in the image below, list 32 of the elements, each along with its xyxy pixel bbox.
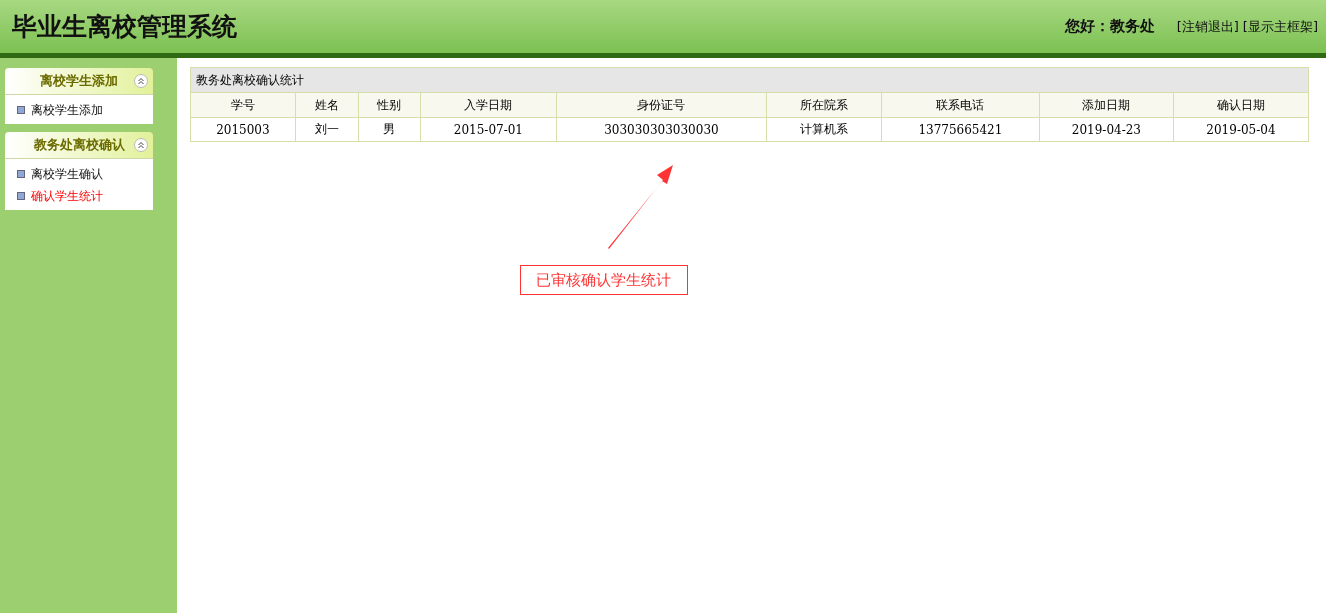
table-caption: 教务处离校确认统计 [190,67,1309,93]
bullet-icon [17,106,25,114]
menu-group-title[interactable]: 离校学生添加 [5,68,153,95]
table-cell: 2015-07-01 [420,117,557,142]
column-header: 学号 [190,92,296,118]
column-header: 联系电话 [881,92,1040,118]
table-cell: 刘一 [295,117,359,142]
collapse-icon[interactable] [134,138,148,152]
annotation-label: 已审核确认学生统计 [519,265,688,295]
header-link[interactable]: [注销退出] [1176,17,1239,36]
table-cell: 2015003 [190,117,296,142]
table-cell: 13775665421 [881,117,1040,142]
bullet-icon [17,192,25,200]
column-header: 身份证号 [556,92,767,118]
column-header: 添加日期 [1039,92,1174,118]
table-cell: 2019-04-23 [1039,117,1174,142]
menu-group-title[interactable]: 教务处离校确认 [5,132,153,159]
menu-item[interactable]: 离校学生确认 [31,165,103,183]
header-link[interactable]: [显示主框架] [1242,17,1318,36]
column-header: 确认日期 [1173,92,1309,118]
table-cell: 男 [358,117,421,142]
column-header: 所在院系 [766,92,882,118]
menu-item[interactable]: 确认学生统计 [31,187,103,205]
column-header: 入学日期 [420,92,557,118]
menu-item[interactable]: 离校学生添加 [31,101,103,119]
table-cell: 计算机系 [766,117,882,142]
table-cell: 303030303030030 [556,117,767,142]
bullet-icon [17,170,25,178]
greeting: 您好：教务处 [1064,17,1155,36]
collapse-icon[interactable] [134,74,148,88]
app-title: 毕业生离校管理系统 [12,11,237,43]
table-cell: 2019-05-04 [1173,117,1309,142]
